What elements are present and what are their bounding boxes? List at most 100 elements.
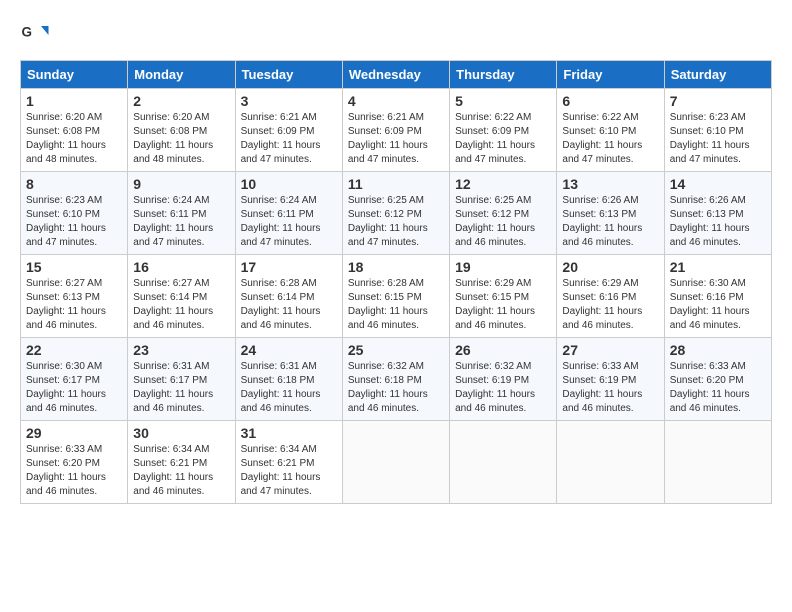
table-row: 31 Sunrise: 6:34 AM Sunset: 6:21 PM Dayli…: [235, 421, 342, 504]
day-info: Sunrise: 6:27 AM Sunset: 6:13 PM Dayligh…: [26, 277, 122, 333]
day-number: 10: [241, 176, 337, 192]
day-info: Sunrise: 6:20 AM Sunset: 6:08 PM Dayligh…: [26, 111, 122, 167]
col-thursday: Thursday: [450, 61, 557, 89]
day-number: 23: [133, 342, 229, 358]
table-row: 10 Sunrise: 6:24 AM Sunset: 6:11 PM Dayli…: [235, 172, 342, 255]
table-row: 23 Sunrise: 6:31 AM Sunset: 6:17 PM Dayli…: [128, 338, 235, 421]
day-number: 11: [348, 176, 444, 192]
day-info: Sunrise: 6:24 AM Sunset: 6:11 PM Dayligh…: [133, 194, 229, 250]
table-row: 30Sunrise: 6:34 AM Sunset: 6:21 PM Dayli…: [128, 421, 235, 504]
col-sunday: Sunday: [21, 61, 128, 89]
table-row: [342, 421, 449, 504]
table-row: 17 Sunrise: 6:28 AM Sunset: 6:14 PM Dayli…: [235, 255, 342, 338]
table-row: 22 Sunrise: 6:30 AM Sunset: 6:17 PM Dayli…: [21, 338, 128, 421]
table-row: 14 Sunrise: 6:26 AM Sunset: 6:13 PM Dayli…: [664, 172, 771, 255]
table-row: 6 Sunrise: 6:22 AM Sunset: 6:10 PM Daylig…: [557, 89, 664, 172]
day-info: Sunrise: 6:29 AM Sunset: 6:15 PM Dayligh…: [455, 277, 551, 333]
day-number: 27: [562, 342, 658, 358]
day-info: Sunrise: 6:25 AM Sunset: 6:12 PM Dayligh…: [348, 194, 444, 250]
table-row: [664, 421, 771, 504]
day-info: Sunrise: 6:33 AM Sunset: 6:20 PM Dayligh…: [670, 360, 766, 416]
day-info: Sunrise: 6:26 AM Sunset: 6:13 PM Dayligh…: [562, 194, 658, 250]
day-number: 6: [562, 93, 658, 109]
day-info: Sunrise: 6:34 AM Sunset: 6:21 PM Dayligh…: [241, 443, 337, 499]
day-info: Sunrise: 6:21 AM Sunset: 6:09 PM Dayligh…: [348, 111, 444, 167]
day-number: 5: [455, 93, 551, 109]
day-number: 19: [455, 259, 551, 275]
day-info: Sunrise: 6:23 AM Sunset: 6:10 PM Dayligh…: [26, 194, 122, 250]
day-info: Sunrise: 6:25 AM Sunset: 6:12 PM Dayligh…: [455, 194, 551, 250]
day-number: 14: [670, 176, 766, 192]
calendar-week-row: 8 Sunrise: 6:23 AM Sunset: 6:10 PM Daylig…: [21, 172, 772, 255]
day-info: Sunrise: 6:31 AM Sunset: 6:18 PM Dayligh…: [241, 360, 337, 416]
table-row: [557, 421, 664, 504]
day-number: 15: [26, 259, 122, 275]
day-info: Sunrise: 6:33 AM Sunset: 6:20 PM Dayligh…: [26, 443, 122, 499]
day-number: 31: [241, 425, 337, 441]
page-header: G: [20, 20, 772, 50]
day-number: 13: [562, 176, 658, 192]
day-info: Sunrise: 6:24 AM Sunset: 6:11 PM Dayligh…: [241, 194, 337, 250]
day-number: 8: [26, 176, 122, 192]
day-number: 25: [348, 342, 444, 358]
table-row: 20 Sunrise: 6:29 AM Sunset: 6:16 PM Dayli…: [557, 255, 664, 338]
table-row: 26 Sunrise: 6:32 AM Sunset: 6:19 PM Dayli…: [450, 338, 557, 421]
day-info: Sunrise: 6:31 AM Sunset: 6:17 PM Dayligh…: [133, 360, 229, 416]
col-wednesday: Wednesday: [342, 61, 449, 89]
day-info: Sunrise: 6:32 AM Sunset: 6:19 PM Dayligh…: [455, 360, 551, 416]
table-row: 18 Sunrise: 6:28 AM Sunset: 6:15 PM Dayli…: [342, 255, 449, 338]
day-info: Sunrise: 6:20 AM Sunset: 6:08 PM Dayligh…: [133, 111, 229, 167]
table-row: [450, 421, 557, 504]
day-info: Sunrise: 6:23 AM Sunset: 6:10 PM Dayligh…: [670, 111, 766, 167]
day-number: 4: [348, 93, 444, 109]
day-number: 18: [348, 259, 444, 275]
day-number: 22: [26, 342, 122, 358]
day-number: 2: [133, 93, 229, 109]
col-monday: Monday: [128, 61, 235, 89]
calendar-week-row: 1 Sunrise: 6:20 AM Sunset: 6:08 PM Daylig…: [21, 89, 772, 172]
day-number: 1: [26, 93, 122, 109]
calendar-week-row: 15 Sunrise: 6:27 AM Sunset: 6:13 PM Dayli…: [21, 255, 772, 338]
table-row: 3Sunrise: 6:21 AM Sunset: 6:09 PM Daylig…: [235, 89, 342, 172]
table-row: 9 Sunrise: 6:24 AM Sunset: 6:11 PM Daylig…: [128, 172, 235, 255]
table-row: 2 Sunrise: 6:20 AM Sunset: 6:08 PM Daylig…: [128, 89, 235, 172]
col-saturday: Saturday: [664, 61, 771, 89]
day-info: Sunrise: 6:33 AM Sunset: 6:19 PM Dayligh…: [562, 360, 658, 416]
day-number: 3: [241, 93, 337, 109]
table-row: 5Sunrise: 6:22 AM Sunset: 6:09 PM Daylig…: [450, 89, 557, 172]
day-number: 17: [241, 259, 337, 275]
table-row: 19 Sunrise: 6:29 AM Sunset: 6:15 PM Dayli…: [450, 255, 557, 338]
day-number: 29: [26, 425, 122, 441]
col-friday: Friday: [557, 61, 664, 89]
day-info: Sunrise: 6:29 AM Sunset: 6:16 PM Dayligh…: [562, 277, 658, 333]
table-row: 27 Sunrise: 6:33 AM Sunset: 6:19 PM Dayli…: [557, 338, 664, 421]
day-info: Sunrise: 6:30 AM Sunset: 6:16 PM Dayligh…: [670, 277, 766, 333]
table-row: 16Sunrise: 6:27 AM Sunset: 6:14 PM Dayli…: [128, 255, 235, 338]
day-info: Sunrise: 6:27 AM Sunset: 6:14 PM Dayligh…: [133, 277, 229, 333]
table-row: 1 Sunrise: 6:20 AM Sunset: 6:08 PM Daylig…: [21, 89, 128, 172]
day-number: 21: [670, 259, 766, 275]
table-row: 25Sunrise: 6:32 AM Sunset: 6:18 PM Dayli…: [342, 338, 449, 421]
day-info: Sunrise: 6:28 AM Sunset: 6:15 PM Dayligh…: [348, 277, 444, 333]
day-info: Sunrise: 6:22 AM Sunset: 6:10 PM Dayligh…: [562, 111, 658, 167]
table-row: 28Sunrise: 6:33 AM Sunset: 6:20 PM Dayli…: [664, 338, 771, 421]
table-row: 8 Sunrise: 6:23 AM Sunset: 6:10 PM Daylig…: [21, 172, 128, 255]
day-number: 9: [133, 176, 229, 192]
day-number: 20: [562, 259, 658, 275]
svg-text:G: G: [22, 25, 33, 40]
table-row: 7 Sunrise: 6:23 AM Sunset: 6:10 PM Daylig…: [664, 89, 771, 172]
day-info: Sunrise: 6:30 AM Sunset: 6:17 PM Dayligh…: [26, 360, 122, 416]
calendar-header-row: Sunday Monday Tuesday Wednesday Thursday…: [21, 61, 772, 89]
day-number: 26: [455, 342, 551, 358]
day-number: 12: [455, 176, 551, 192]
day-number: 7: [670, 93, 766, 109]
table-row: 24 Sunrise: 6:31 AM Sunset: 6:18 PM Dayli…: [235, 338, 342, 421]
table-row: 21 Sunrise: 6:30 AM Sunset: 6:16 PM Dayli…: [664, 255, 771, 338]
day-info: Sunrise: 6:26 AM Sunset: 6:13 PM Dayligh…: [670, 194, 766, 250]
day-info: Sunrise: 6:28 AM Sunset: 6:14 PM Dayligh…: [241, 277, 337, 333]
table-row: 29 Sunrise: 6:33 AM Sunset: 6:20 PM Dayli…: [21, 421, 128, 504]
col-tuesday: Tuesday: [235, 61, 342, 89]
calendar-week-row: 29 Sunrise: 6:33 AM Sunset: 6:20 PM Dayli…: [21, 421, 772, 504]
day-number: 24: [241, 342, 337, 358]
table-row: 11 Sunrise: 6:25 AM Sunset: 6:12 PM Dayli…: [342, 172, 449, 255]
